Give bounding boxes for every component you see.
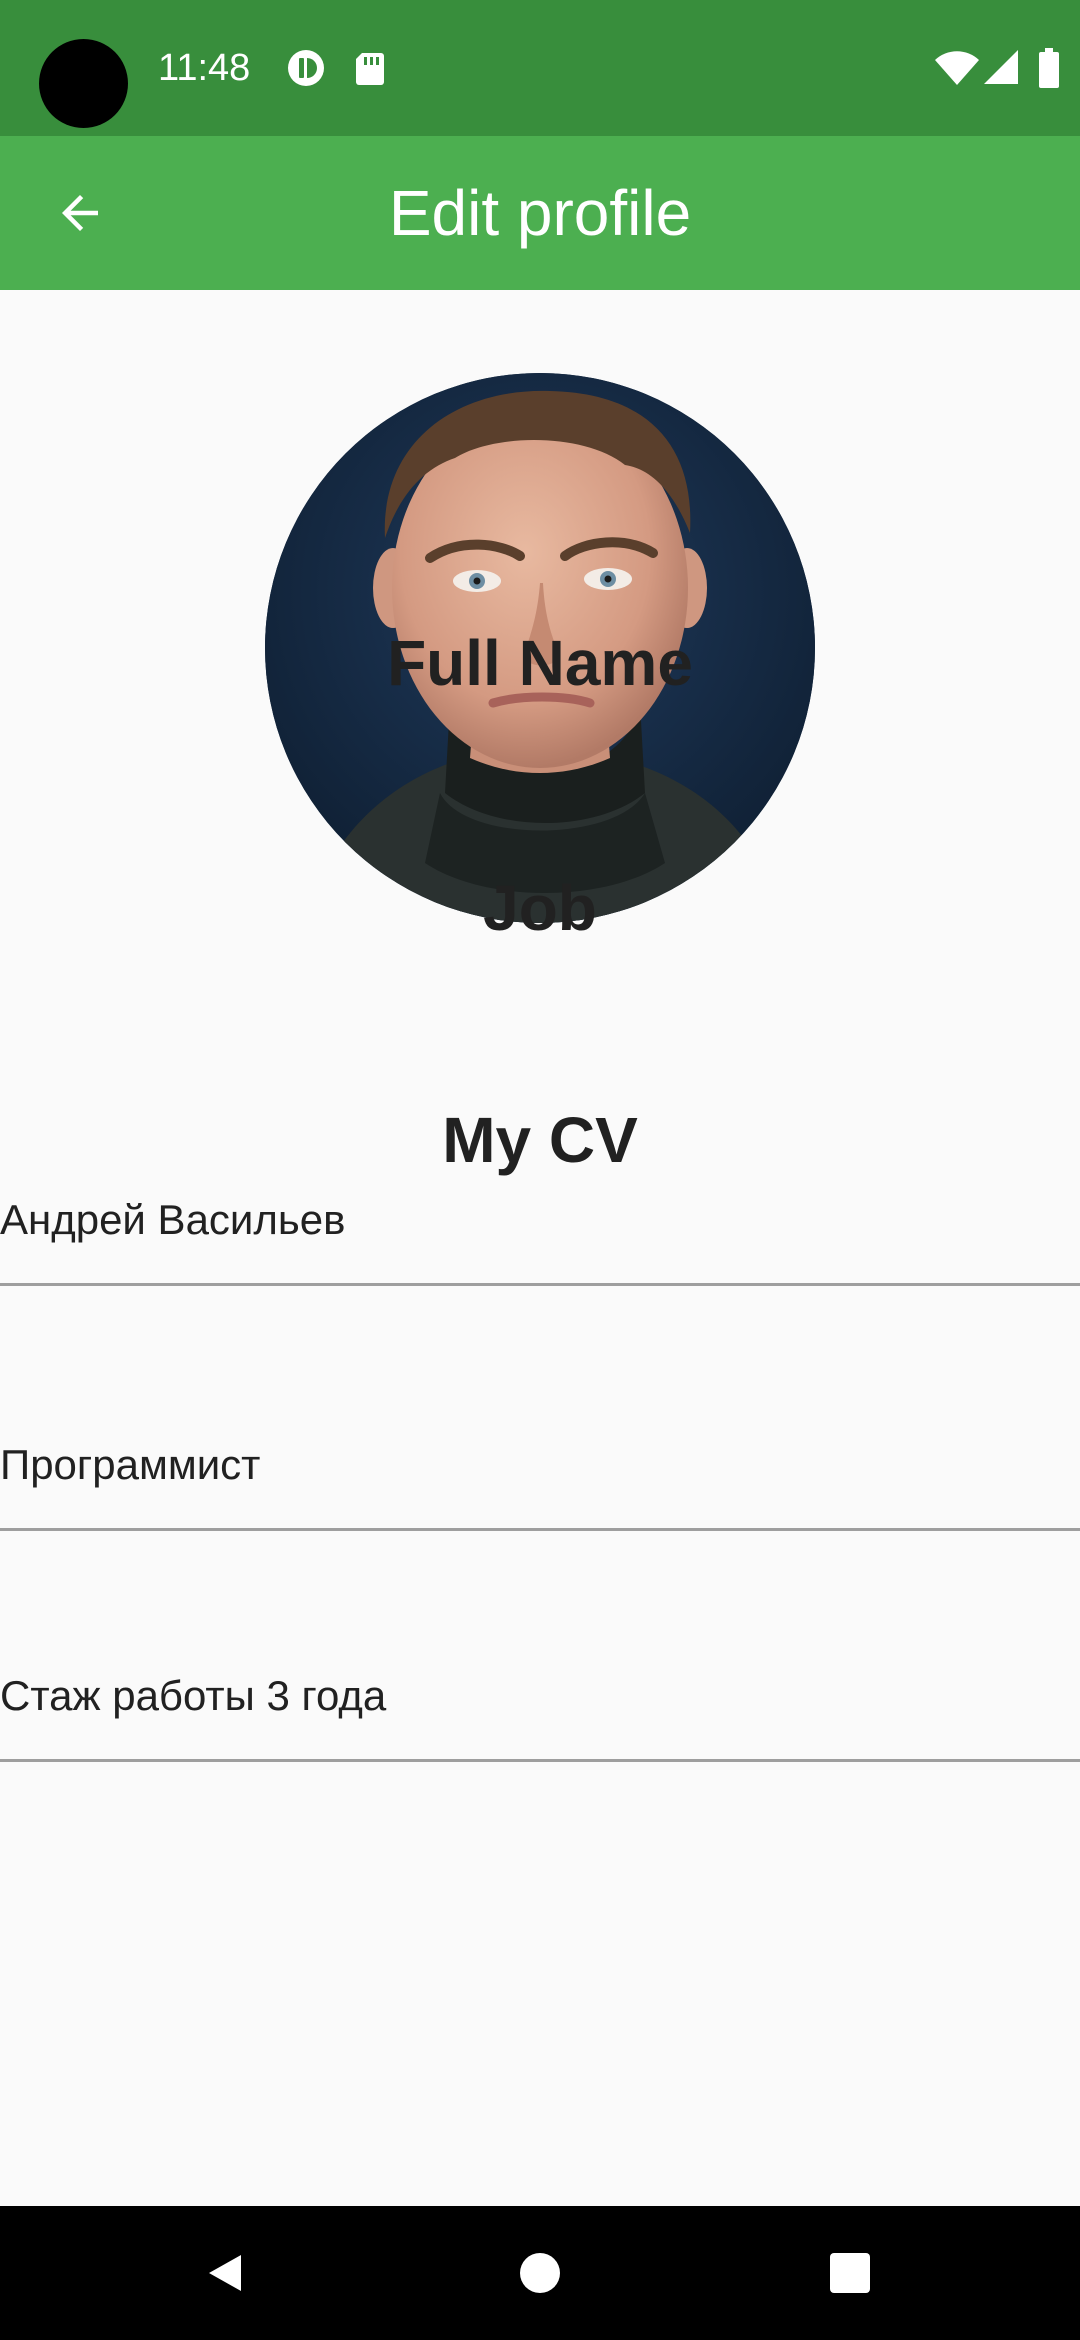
nav-back-button[interactable] — [195, 2243, 255, 2303]
job-value: Программист — [0, 1441, 261, 1488]
camera-cutout — [39, 39, 128, 128]
back-triangle-icon — [209, 2255, 241, 2291]
cv-field[interactable]: Стаж работы 3 года — [0, 1642, 1080, 1762]
job-label: Job — [483, 872, 597, 944]
home-circle-icon — [520, 2253, 560, 2293]
app-bar: Edit profile — [0, 136, 1080, 290]
page-title: Edit profile — [388, 177, 692, 249]
job-field[interactable]: Программист — [0, 1411, 1080, 1531]
cv-value: Стаж работы 3 года — [0, 1672, 387, 1719]
wifi-icon — [934, 48, 980, 88]
cv-label: My CV — [442, 1104, 638, 1176]
full-name-field[interactable]: Андрей Васильев — [0, 1166, 1080, 1286]
battery-icon — [1038, 48, 1060, 88]
back-button[interactable] — [40, 173, 120, 253]
full-name-value: Андрей Васильев — [0, 1196, 346, 1243]
cv-underline — [0, 1759, 1080, 1762]
arrow-back-icon — [62, 195, 98, 231]
full-name-label: Full Name — [387, 627, 693, 699]
job-underline — [0, 1528, 1080, 1531]
recents-square-icon — [830, 2253, 870, 2293]
sd-card-icon — [350, 48, 390, 88]
nav-recents-button[interactable] — [820, 2243, 880, 2303]
status-bar: 11:48 — [0, 0, 1080, 136]
system-nav-bar — [0, 2206, 1080, 2340]
cell-signal-icon — [982, 48, 1020, 86]
nav-home-button[interactable] — [510, 2243, 570, 2303]
full-name-underline — [0, 1283, 1080, 1286]
data-saver-icon — [286, 48, 326, 88]
status-time: 11:48 — [158, 47, 251, 89]
